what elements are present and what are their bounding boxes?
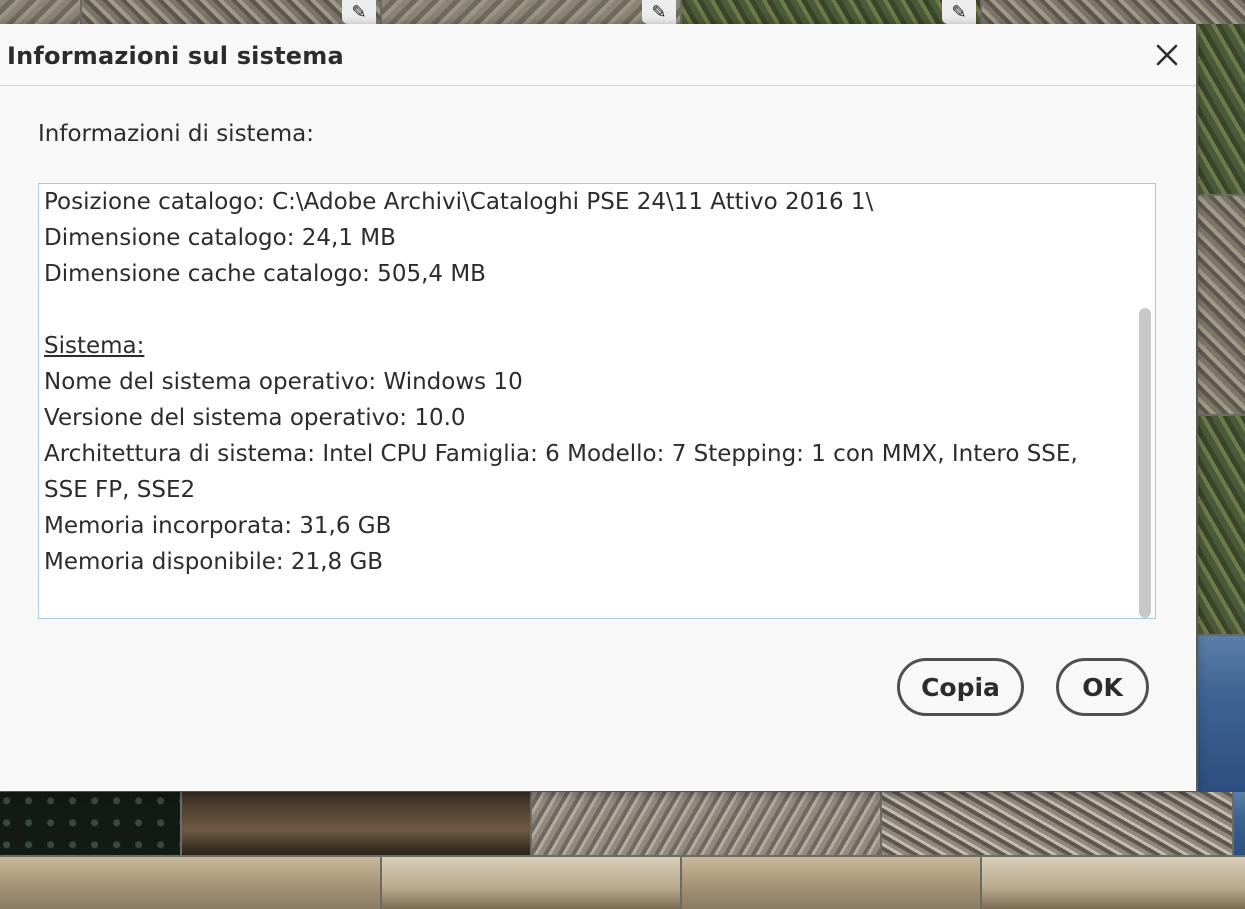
photo-thumbnail[interactable]: ✎ — [382, 0, 680, 24]
architecture-line: Architettura di sistema: Intel CPU Famig… — [44, 441, 1078, 503]
scrollbar-thumb[interactable] — [1139, 308, 1151, 618]
photo-thumbnail[interactable] — [532, 792, 880, 855]
photo-thumbnail[interactable] — [982, 0, 1245, 24]
photo-thumbnail[interactable] — [882, 792, 1232, 855]
system-info-textbox[interactable]: Posizione catalogo: C:\Adobe Archivi\Cat… — [38, 183, 1156, 619]
photo-thumbnail[interactable] — [1198, 24, 1245, 194]
info-label: Informazioni di sistema: — [38, 121, 314, 147]
photo-thumbnail[interactable] — [682, 857, 980, 909]
catalog-size-line: Dimensione catalogo: 24,1 MB — [44, 225, 396, 251]
ok-button[interactable]: OK — [1056, 658, 1149, 716]
photo-thumbnail[interactable] — [1234, 792, 1245, 855]
dialog-titlebar: Informazioni sul sistema — [0, 24, 1196, 86]
photo-thumbnail[interactable] — [0, 857, 380, 909]
catalog-position-line: Posizione catalogo: C:\Adobe Archivi\Cat… — [44, 189, 874, 215]
system-heading: Sistema: — [44, 333, 145, 359]
photo-thumbnail[interactable]: ✎ — [682, 0, 980, 24]
system-info-dialog: Informazioni sul sistema Informazioni di… — [0, 24, 1196, 791]
photo-thumbnail[interactable] — [1198, 416, 1245, 634]
edit-pencil-icon: ✎ — [642, 0, 676, 24]
copy-button[interactable]: Copia — [897, 658, 1024, 716]
os-version-line: Versione del sistema operativo: 10.0 — [44, 405, 466, 431]
photo-thumbnail[interactable] — [982, 857, 1245, 909]
photo-thumbnail[interactable] — [0, 0, 80, 24]
photo-thumbnail[interactable] — [182, 792, 530, 855]
close-icon — [1156, 44, 1178, 66]
os-name-line: Nome del sistema operativo: Windows 10 — [44, 369, 523, 395]
edit-pencil-icon: ✎ — [942, 0, 976, 24]
photo-thumbnail[interactable] — [0, 792, 180, 855]
dialog-title: Informazioni sul sistema — [7, 42, 344, 70]
photo-thumbnail[interactable] — [1198, 636, 1245, 792]
photo-thumbnail[interactable] — [382, 857, 680, 909]
photo-thumbnail[interactable] — [1198, 196, 1245, 414]
photo-thumbnail[interactable]: ✎ — [82, 0, 380, 24]
system-info-text: Posizione catalogo: C:\Adobe Archivi\Cat… — [44, 184, 1125, 580]
close-button[interactable] — [1150, 38, 1184, 72]
built-in-memory-line: Memoria incorporata: 31,6 GB — [44, 513, 392, 539]
edit-pencil-icon: ✎ — [342, 0, 376, 24]
vertical-scrollbar[interactable] — [1137, 184, 1153, 618]
catalog-cache-size-line: Dimensione cache catalogo: 505,4 MB — [44, 261, 486, 287]
available-memory-line: Memoria disponibile: 21,8 GB — [44, 549, 384, 575]
